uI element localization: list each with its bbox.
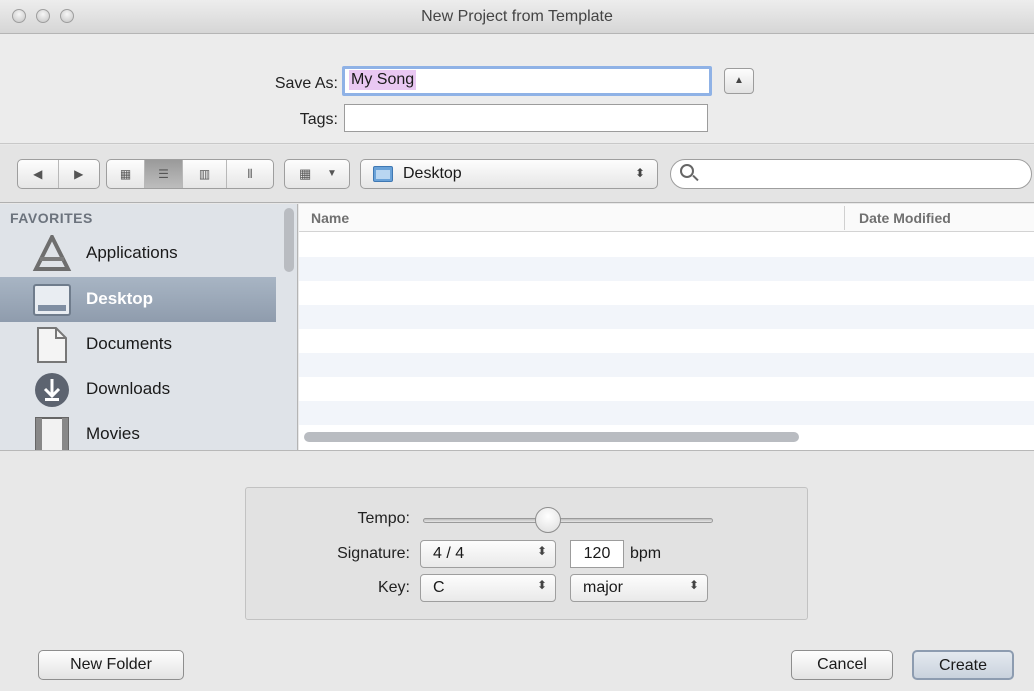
updown-chevron-icon: ⬍ (634, 166, 645, 180)
forward-arrow-icon: ▶ (74, 167, 84, 181)
table-row (299, 401, 1034, 425)
tags-field[interactable] (344, 104, 708, 132)
sidebar-item-label: Downloads (86, 379, 171, 398)
sidebar-item-label: Applications (86, 243, 178, 262)
file-list: Name Date Modified (299, 204, 1034, 450)
coverflow-view-button[interactable]: ⦀ (227, 160, 273, 188)
project-settings-panel: Tempo: Signature: 4 / 4 ⬍ 120 bpm Key: C… (245, 487, 808, 620)
column-divider (844, 206, 845, 230)
coverflow-icon: ⦀ (247, 166, 253, 181)
create-button[interactable]: Create (912, 650, 1014, 680)
mode-value: major (583, 579, 624, 596)
nav-back-forward: ◀ ▶ (17, 159, 100, 189)
table-row (299, 281, 1034, 305)
applications-icon (32, 235, 72, 271)
chevron-down-icon: ▼ (327, 168, 337, 179)
project-options-area: Tempo: Signature: 4 / 4 ⬍ 120 bpm Key: C… (0, 450, 1034, 691)
file-list-header: Name Date Modified (299, 204, 1034, 232)
back-button[interactable]: ◀ (18, 160, 59, 188)
cancel-button[interactable]: Cancel (791, 650, 893, 680)
sidebar-item-downloads[interactable]: Downloads (0, 367, 276, 412)
icon-view-button[interactable]: ▦ (107, 160, 145, 188)
updown-chevron-icon: ⬍ (536, 544, 547, 558)
window-title: New Project from Template (421, 8, 613, 25)
search-field[interactable] (670, 159, 1032, 189)
view-mode-switcher: ▦ ☰ ▥ ⦀ (106, 159, 274, 189)
sidebar-item-documents[interactable]: Documents (0, 322, 276, 367)
tempo-label: Tempo: (357, 510, 410, 527)
column-view-button[interactable]: ▥ (183, 160, 227, 188)
columns-icon: ▥ (198, 167, 211, 181)
save-as-label: Save As: (274, 75, 338, 92)
browser-toolbar: ◀ ▶ ▦ ☰ ▥ ⦀ ▦ ▼ Desktop ⬍ (0, 145, 1034, 203)
mode-popup[interactable]: major ⬍ (570, 574, 708, 602)
folder-icon (373, 166, 393, 182)
tempo-slider-knob[interactable] (534, 507, 561, 533)
save-as-field[interactable]: My Song (342, 66, 712, 96)
save-area: Save As: My Song ▲ Tags: (0, 34, 1034, 144)
bpm-unit-label: bpm (630, 545, 662, 562)
tempo-bpm-field[interactable]: 120 (570, 540, 624, 568)
horizontal-scrollbar[interactable] (304, 432, 799, 442)
sidebar-scrollbar[interactable] (284, 208, 294, 272)
sidebar-section-header: FAVORITES (10, 210, 93, 226)
back-arrow-icon: ◀ (33, 167, 43, 181)
downloads-icon (35, 373, 69, 407)
column-header-date-modified[interactable]: Date Modified (859, 210, 951, 226)
signature-value: 4 / 4 (433, 545, 465, 562)
search-icon-handle (692, 174, 699, 182)
forward-button[interactable]: ▶ (59, 160, 100, 188)
tags-label: Tags: (299, 111, 338, 128)
list-view-button[interactable]: ☰ (145, 160, 183, 188)
key-value: C (433, 579, 445, 596)
grid-icon: ▦ (119, 167, 132, 181)
tempo-slider[interactable] (423, 518, 713, 523)
key-popup[interactable]: C ⬍ (420, 574, 556, 602)
signature-label: Signature: (337, 545, 410, 562)
title-bar: New Project from Template (0, 0, 1034, 34)
sidebar-item-label: Documents (86, 334, 172, 353)
sidebar-item-movies[interactable]: Movies (0, 412, 276, 450)
location-popup[interactable]: Desktop ⬍ (360, 159, 658, 189)
sidebar-item-label: Movies (86, 424, 140, 443)
updown-chevron-icon: ⬍ (688, 578, 699, 592)
sidebar: FAVORITES Applications Desktop Documents… (0, 204, 298, 450)
table-row (299, 377, 1034, 401)
table-row (299, 305, 1034, 329)
column-header-name[interactable]: Name (311, 210, 349, 226)
table-row (299, 257, 1034, 281)
arrange-icon: ▦ (299, 166, 312, 181)
signature-popup[interactable]: 4 / 4 ⬍ (420, 540, 556, 568)
updown-chevron-icon: ⬍ (536, 578, 547, 592)
movies-icon (35, 417, 69, 450)
sidebar-item-desktop[interactable]: Desktop (0, 277, 276, 322)
documents-icon (37, 327, 67, 363)
table-row (299, 329, 1034, 353)
table-row (299, 353, 1034, 377)
location-value: Desktop (403, 165, 462, 182)
list-icon: ☰ (158, 167, 169, 181)
sidebar-item-applications[interactable]: Applications (0, 231, 276, 276)
key-label: Key: (377, 579, 410, 596)
save-as-value: My Song (349, 70, 417, 90)
chevron-up-icon: ▲ (734, 75, 744, 86)
new-folder-button[interactable]: New Folder (38, 650, 184, 680)
arrange-button[interactable]: ▦ ▼ (284, 159, 350, 189)
expand-browser-button[interactable]: ▲ (724, 68, 754, 94)
sidebar-item-label: Desktop (86, 289, 154, 308)
table-row (299, 233, 1034, 257)
desktop-icon (33, 284, 71, 316)
